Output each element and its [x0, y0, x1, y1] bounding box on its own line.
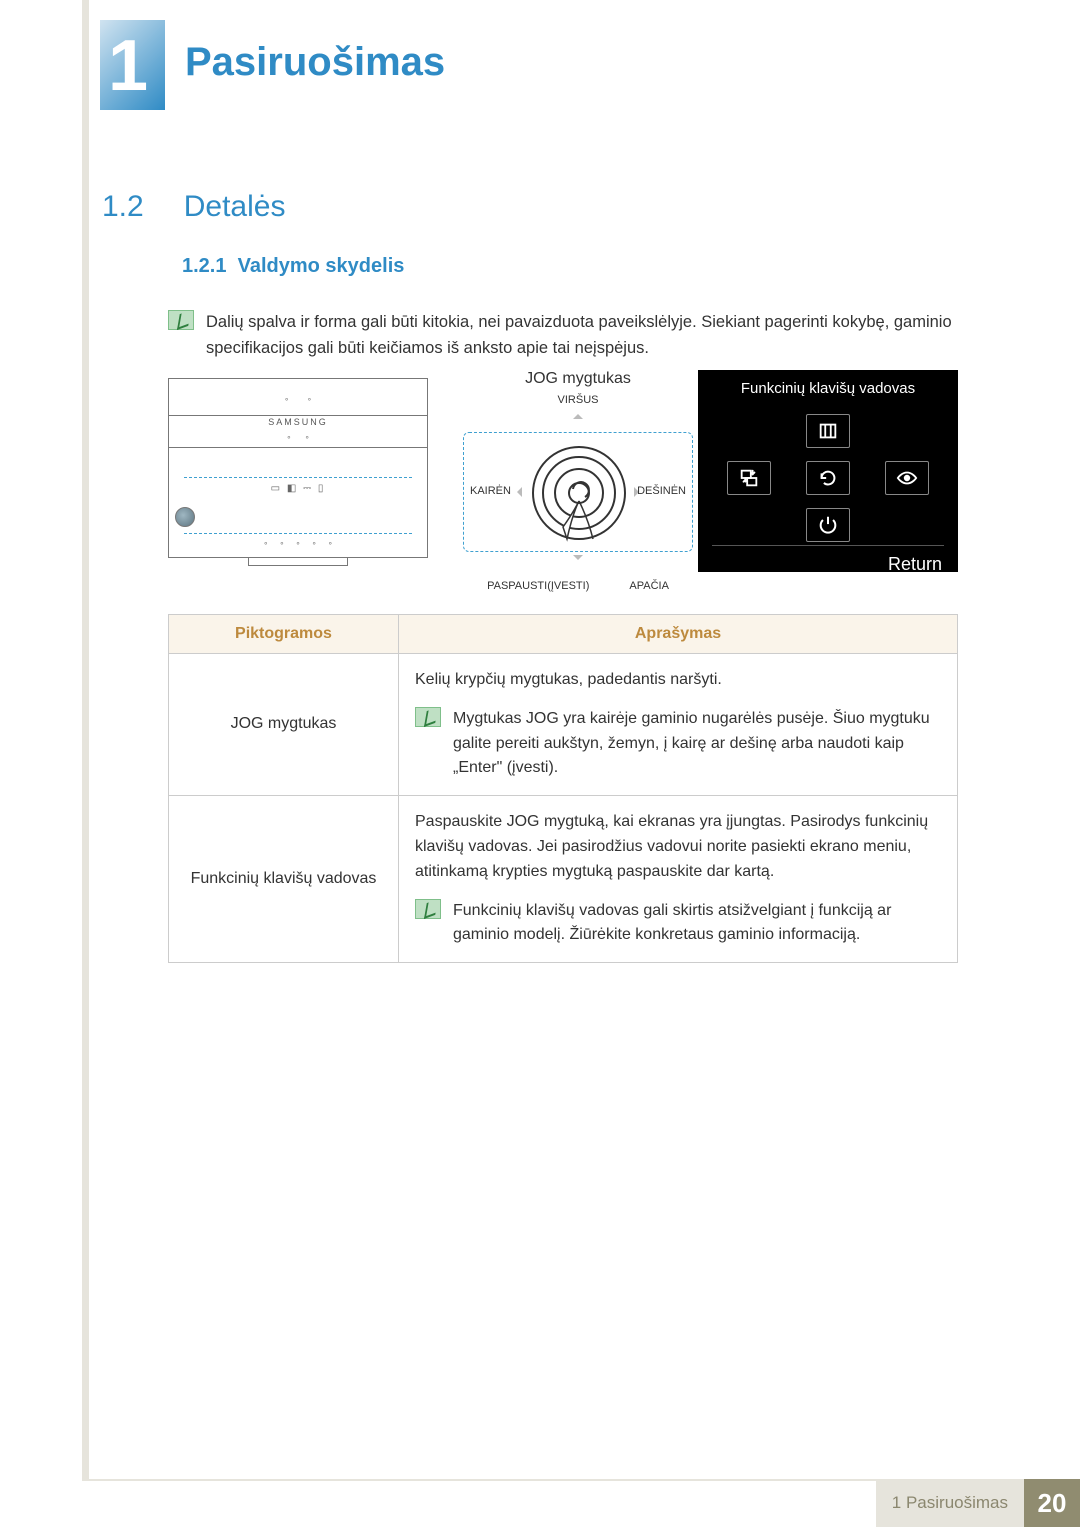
jog-press-label: PASPAUSTI(ĮVESTI): [487, 580, 589, 592]
note-icon: [168, 310, 194, 330]
section-number: 1.2: [102, 190, 144, 224]
jog-diagram: JOG mygtukas VIRŠUS KAIRĖN DEŠINĖN: [448, 370, 708, 590]
arrow-up-icon: [573, 409, 583, 419]
table-row: JOG mygtukas Kelių krypčių mygtukas, pad…: [169, 654, 958, 796]
jog-label: JOG mygtukas: [448, 370, 708, 388]
osd-return-label: Return: [712, 545, 944, 575]
osd-pip-icon: [727, 461, 771, 495]
decor-left-stripe: [82, 0, 89, 1480]
table-header-icons: Piktogramos: [169, 615, 399, 654]
section-title: Detalės: [184, 190, 286, 224]
top-note-text: Dalių spalva ir forma gali būti kitokia,…: [206, 310, 970, 361]
note-icon: [415, 899, 441, 919]
subsection-number: 1.2.1: [182, 255, 226, 277]
table-header-desc: Aprašymas: [399, 615, 958, 654]
table-row: Funkcinių klavišų vadovas Paspauskite JO…: [169, 796, 958, 963]
jog-dir-bottom: APAČIA: [629, 580, 669, 592]
osd-power-icon: [806, 508, 850, 542]
jog-dir-top: VIRŠUS: [448, 394, 708, 406]
jog-dir-left: KAIRĖN: [470, 485, 511, 497]
jog-wheel-icon: [529, 443, 629, 543]
chapter-number: 1: [108, 25, 148, 107]
arrow-left-icon: [512, 487, 522, 497]
monitor-jog-dot: [175, 507, 195, 527]
chapter-title: Pasiruošimas: [185, 40, 445, 85]
osd-menu-icon: [806, 414, 850, 448]
page-footer: 1 Pasiruošimas 20: [82, 1479, 1080, 1527]
osd-eye-icon: [885, 461, 929, 495]
row2-desc: Paspauskite JOG mygtuką, kai ekranas yra…: [415, 810, 941, 884]
diagram-area: ∘ ∘ SAMSUNG ∘ ∘ ▭ ◧ ⎓ ▯ ∘ ∘ ∘ ∘ ∘ JOG my…: [168, 370, 958, 600]
monitor-brand-label: SAMSUNG: [169, 417, 427, 427]
row1-icon-label: JOG mygtukas: [169, 654, 399, 796]
footer-page-number: 20: [1024, 1479, 1080, 1527]
footer-chapter-label: 1 Pasiruošimas: [876, 1479, 1024, 1527]
row2-note: Funkcinių klavišų vadovas gali skirtis a…: [453, 899, 941, 949]
jog-dir-right: DEŠINĖN: [637, 485, 686, 497]
monitor-rear-diagram: ∘ ∘ SAMSUNG ∘ ∘ ▭ ◧ ⎓ ▯ ∘ ∘ ∘ ∘ ∘: [168, 378, 428, 558]
arrow-down-icon: [573, 555, 583, 565]
osd-back-icon: [806, 461, 850, 495]
osd-panel: Funkcinių klavišų vadovas Return: [698, 370, 958, 572]
row1-desc: Kelių krypčių mygtukas, padedantis naršy…: [415, 668, 941, 693]
row1-note: Mygtukas JOG yra kairėje gaminio nugarėl…: [453, 707, 941, 781]
subsection-title: Valdymo skydelis: [238, 255, 405, 277]
description-table: Piktogramos Aprašymas JOG mygtukas Kelių…: [168, 614, 958, 963]
row2-icon-label: Funkcinių klavišų vadovas: [169, 796, 399, 963]
osd-title: Funkcinių klavišų vadovas: [712, 380, 944, 407]
note-icon: [415, 707, 441, 727]
